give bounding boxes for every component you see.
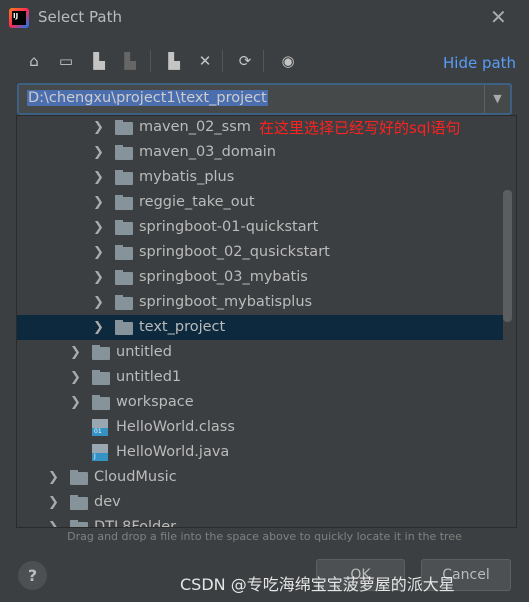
- tree-row-label: HelloWorld.class: [116, 419, 235, 435]
- chevron-right-icon[interactable]: ❯: [93, 140, 104, 165]
- java-file-icon: J: [92, 444, 108, 461]
- chevron-right-icon[interactable]: ❯: [48, 465, 59, 490]
- tree-row-label: workspace: [116, 394, 194, 410]
- folder-icon: [70, 470, 88, 485]
- folder-icon: [115, 170, 133, 185]
- chevron-right-icon[interactable]: ❯: [93, 265, 104, 290]
- tree-row-label: dev: [94, 494, 121, 510]
- hide-path-link[interactable]: Hide path: [443, 54, 516, 72]
- folder-icon: [115, 320, 133, 335]
- tree-row[interactable]: ❯ mybatis_plus: [17, 165, 503, 190]
- tree-row[interactable]: ❯ springboot_mybatisplus: [17, 290, 503, 315]
- tree-row[interactable]: ❯ springboot_02_qusickstart: [17, 240, 503, 265]
- path-input-value[interactable]: D:\chengxu\project1\text_project: [27, 90, 268, 106]
- chevron-right-icon[interactable]: ❯: [93, 190, 104, 215]
- annotation-text: 在这里选择已经写好的sql语句: [259, 119, 461, 137]
- toolbar-divider: [150, 50, 151, 72]
- module-folder-icon[interactable]: ▙: [121, 52, 139, 72]
- chevron-right-icon[interactable]: ❯: [93, 215, 104, 240]
- tree-row-label: mybatis_plus: [139, 169, 235, 185]
- path-input[interactable]: D:\chengxu\project1\text_project ▼: [17, 83, 512, 115]
- tree-row[interactable]: ❯ springboot_03_mybatis: [17, 265, 503, 290]
- chevron-right-icon[interactable]: ❯: [48, 490, 59, 515]
- desktop-icon[interactable]: ▭: [57, 52, 75, 72]
- home-icon[interactable]: ⌂: [25, 52, 43, 72]
- delete-icon[interactable]: ✕: [196, 52, 214, 72]
- watermark: CSDN @专吃海绵宝宝菠萝屋的派大星: [180, 575, 455, 594]
- tree-row[interactable]: ❯ springboot-01-quickstart: [17, 215, 503, 240]
- tree-row[interactable]: J HelloWorld.java: [17, 440, 503, 465]
- tree-row[interactable]: ❯ reggie_take_out: [17, 190, 503, 215]
- tree-row[interactable]: ❯ dev: [17, 490, 503, 515]
- tree-row[interactable]: ❯ maven_03_domain: [17, 140, 503, 165]
- chevron-right-icon[interactable]: ❯: [70, 340, 81, 365]
- tree-row-label: CloudMusic: [94, 469, 177, 485]
- folder-icon: [115, 295, 133, 310]
- folder-icon: [92, 370, 110, 385]
- folder-icon: [115, 245, 133, 260]
- chevron-right-icon[interactable]: ❯: [48, 515, 59, 527]
- tree-row-label: springboot-01-quickstart: [139, 219, 319, 235]
- folder-icon: [115, 145, 133, 160]
- tree-row[interactable]: 01 HelloWorld.class: [17, 415, 503, 440]
- chevron-right-icon[interactable]: ❯: [70, 365, 81, 390]
- chevron-right-icon[interactable]: ❯: [93, 116, 104, 140]
- tree-row-label: springboot_mybatisplus: [139, 294, 313, 310]
- folder-icon: [115, 120, 133, 135]
- new-folder-icon[interactable]: ▙: [165, 52, 183, 72]
- tree-row-label: reggie_take_out: [139, 194, 255, 210]
- folder-icon: [92, 395, 110, 410]
- chevron-right-icon[interactable]: ❯: [70, 390, 81, 415]
- chevron-right-icon[interactable]: ❯: [93, 240, 104, 265]
- tree-row-label: HelloWorld.java: [116, 444, 230, 460]
- folder-icon: [115, 220, 133, 235]
- class-file-icon: 01: [92, 419, 108, 436]
- folder-icon: [115, 195, 133, 210]
- tree-row[interactable]: ❯ untitled1: [17, 365, 503, 390]
- tree-row[interactable]: ❯ CloudMusic: [17, 465, 503, 490]
- chevron-right-icon[interactable]: ❯: [93, 290, 104, 315]
- folder-icon: [115, 270, 133, 285]
- folder-icon: [70, 495, 88, 510]
- drag-drop-hint: Drag and drop a file into the space abov…: [67, 530, 462, 543]
- toolbar-divider: [222, 50, 223, 72]
- tree-row-label: maven_02_ssm: [139, 119, 251, 135]
- tree-row-label: springboot_02_qusickstart: [139, 244, 330, 260]
- chevron-right-icon[interactable]: ❯: [93, 315, 104, 340]
- tree-row-label: text_project: [139, 319, 226, 335]
- tree-row-label: maven_03_domain: [139, 144, 276, 160]
- project-folder-icon[interactable]: ▙: [90, 52, 108, 72]
- file-tree[interactable]: ❯ maven_02_ssm ❯ maven_03_domain ❯ mybatis_pl…: [16, 115, 517, 528]
- tree-row-label: DTL8Folder: [94, 519, 177, 528]
- intellij-logo-icon: IJ: [9, 8, 29, 28]
- tree-row-label: untitled1: [116, 369, 182, 385]
- chevron-down-icon[interactable]: ▼: [484, 85, 510, 113]
- tree-row[interactable]: ❯ untitled: [17, 340, 503, 365]
- scrollbar[interactable]: [503, 190, 512, 322]
- dialog-title: Select Path: [38, 8, 122, 26]
- folder-icon: [92, 345, 110, 360]
- refresh-icon[interactable]: ⟳: [236, 52, 254, 72]
- tree-row[interactable]: ❯ workspace: [17, 390, 503, 415]
- show-hidden-icon[interactable]: ◉: [279, 52, 297, 72]
- folder-icon: [70, 520, 88, 527]
- close-icon[interactable]: ✕: [490, 5, 507, 29]
- toolbar-divider: [263, 50, 264, 72]
- chevron-right-icon[interactable]: ❯: [93, 165, 104, 190]
- tree-row[interactable]: ❯ DTL8Folder: [17, 515, 503, 528]
- tree-row[interactable]: ❯ text_project: [17, 315, 503, 340]
- help-button[interactable]: ?: [18, 561, 47, 590]
- tree-row-label: springboot_03_mybatis: [139, 269, 308, 285]
- tree-row-label: untitled: [116, 344, 172, 360]
